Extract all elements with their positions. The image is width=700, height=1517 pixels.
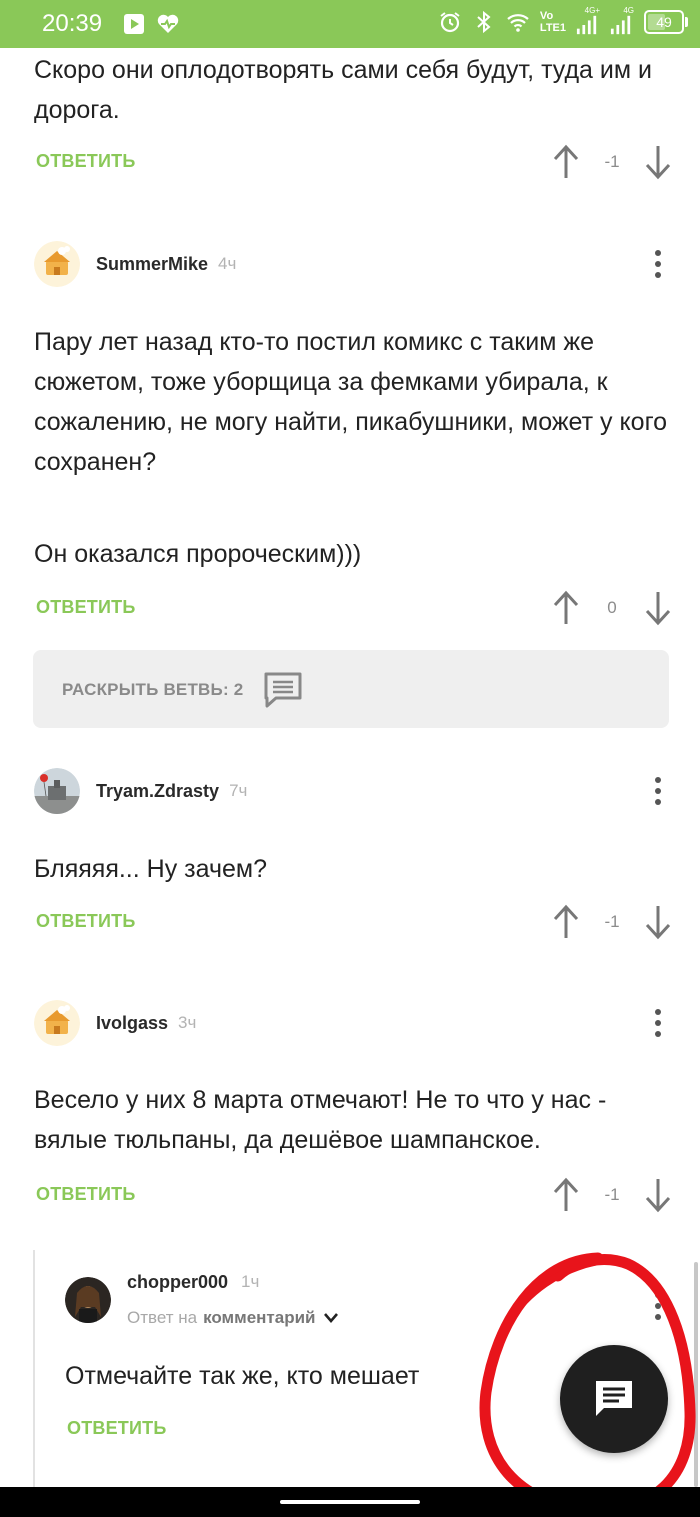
comment-time: 7ч [229,781,248,800]
chevron-down-icon [324,1313,339,1323]
upvote-arrow-icon[interactable] [552,590,580,626]
comment-fab-button[interactable] [560,1345,668,1453]
vote-controls: -1 [552,1175,672,1215]
avatar[interactable] [34,1000,80,1046]
more-options-icon[interactable] [646,248,670,280]
comment-time: 1ч [241,1272,260,1291]
upvote-arrow-icon[interactable] [552,904,580,940]
status-time: 20:39 [42,10,103,37]
thread-indent-line [33,1250,35,1490]
comment-time: 4ч [218,254,237,273]
username[interactable]: Tryam.Zdrasty [96,781,219,802]
message-icon [596,1381,632,1416]
downvote-arrow-icon[interactable] [644,1177,672,1213]
upvote-arrow-icon[interactable] [552,1177,580,1213]
upvote-arrow-icon[interactable] [552,144,580,180]
comment-text: Весело у них 8 марта отмечают! Не то что… [34,1086,607,1154]
scrollbar[interactable] [694,1262,698,1487]
comment-text: Пару лет назад кто-то постил комикс с та… [34,328,668,476]
avatar[interactable] [34,241,80,287]
bluetooth-icon [477,10,491,34]
wifi-icon [507,14,529,32]
reply-button[interactable]: ОТВЕТИТЬ [67,1418,166,1439]
expand-branch-label: РАСКРЫТЬ ВЕТВЬ: 2 [62,680,244,699]
home-gesture-handle[interactable] [280,1500,420,1504]
reply-button[interactable]: ОТВЕТИТЬ [36,911,135,932]
more-options-icon[interactable] [646,1290,670,1322]
vote-score: 0 [607,598,617,617]
comments-icon [264,672,302,708]
vote-score: -1 [604,912,620,931]
username[interactable]: Ivolgass [96,1013,168,1034]
username[interactable]: SummerMike [96,254,208,275]
more-options-icon[interactable] [646,1007,670,1039]
avatar[interactable] [65,1277,111,1323]
signal-strength-icon-1: 4G+ [576,6,600,36]
vote-controls: 0 [552,588,672,628]
vote-controls: -1 [552,142,672,182]
signal-strength-icon-2: 4G [610,6,634,36]
comment-text: Бляяяя... Ну зачем? [34,855,267,883]
health-notification-icon [157,14,179,33]
navigation-bar [0,1487,700,1517]
comment-header: Ivolgass 3ч [34,999,196,1047]
vote-controls: -1 [552,902,672,942]
battery-icon: 49 [644,10,688,34]
comment-header: SummerMike 4ч [34,240,236,288]
comment-text: Отмечайте так же, кто мешает [65,1362,420,1390]
play-notification-icon [124,14,144,34]
volte-indicator: Vo LTE1 [539,10,566,34]
reply-button[interactable]: ОТВЕТИТЬ [36,151,135,172]
downvote-arrow-icon[interactable] [644,144,672,180]
reply-to-indicator[interactable]: Ответ на комментарий [127,1308,339,1328]
comment-header [65,1276,111,1324]
username[interactable]: chopper000 [127,1272,228,1293]
downvote-arrow-icon[interactable] [644,904,672,940]
comment-text-paragraph: Он оказался пророческим))) [34,540,362,568]
more-options-icon[interactable] [646,775,670,807]
vote-score: -1 [604,1185,620,1204]
reply-button[interactable]: ОТВЕТИТЬ [36,597,135,618]
expand-branch-button[interactable]: РАСКРЫТЬ ВЕТВЬ: 2 [33,650,669,728]
comment-time: 3ч [178,1013,197,1032]
alarm-icon [440,12,460,33]
avatar[interactable] [34,768,80,814]
reply-button[interactable]: ОТВЕТИТЬ [36,1184,135,1205]
status-bar: 20:39 Vo LTE1 4G+ 4G 49 [0,0,700,48]
downvote-arrow-icon[interactable] [644,590,672,626]
vote-score: -1 [604,152,620,171]
comment-header: Tryam.Zdrasty 7ч [34,767,247,815]
comment-text: Скоро они оплодотворять сами себя будут,… [34,56,652,124]
